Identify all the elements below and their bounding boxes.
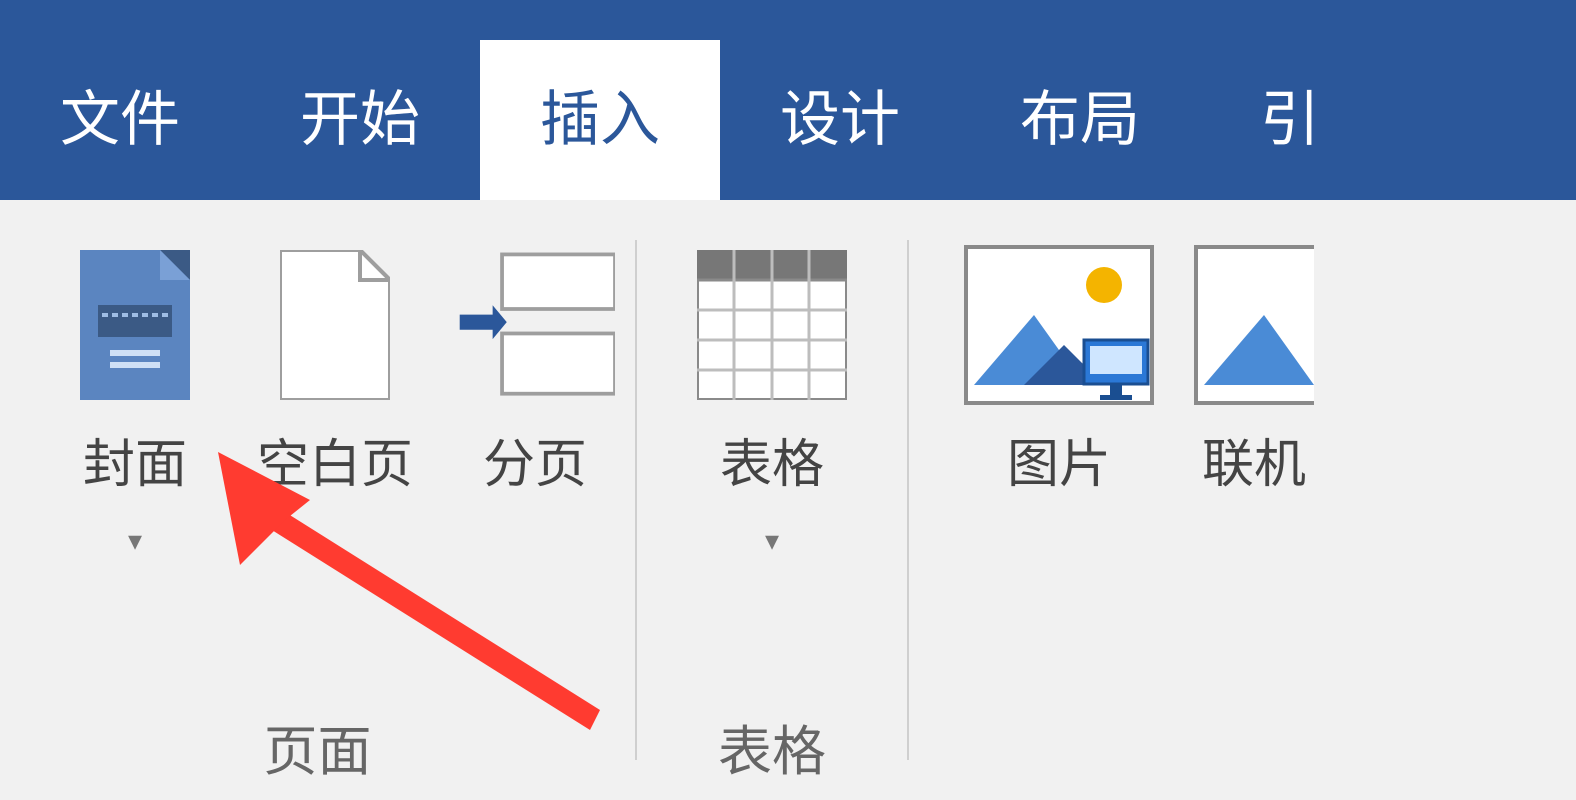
group-pages-caption: 页面: [0, 707, 635, 786]
tab-insert[interactable]: 插入: [480, 40, 720, 200]
cover-page-icon: [55, 240, 215, 410]
group-pages: 封面 ▾ 空白页: [0, 200, 635, 800]
page-break-button[interactable]: 分页: [455, 240, 615, 497]
blank-page-icon: [255, 240, 415, 410]
table-icon: [692, 240, 852, 410]
cover-page-button[interactable]: 封面 ▾: [55, 240, 215, 555]
pictures-button[interactable]: 图片: [964, 240, 1154, 497]
tab-design[interactable]: 设计: [720, 40, 960, 200]
cover-page-dropdown-caret-icon: ▾: [128, 527, 142, 555]
tab-layout[interactable]: 布局: [960, 40, 1200, 200]
table-button[interactable]: 表格 ▾: [692, 240, 852, 555]
table-label: 表格: [720, 422, 824, 497]
page-break-label: 分页: [483, 422, 587, 497]
group-tables-caption: 表格: [637, 707, 907, 786]
page-break-icon: [455, 240, 615, 410]
table-dropdown-caret-icon: ▾: [765, 527, 779, 555]
ribbon-tab-bar: 文件 开始 插入 设计 布局 引: [0, 0, 1576, 200]
tab-references[interactable]: 引: [1200, 40, 1380, 200]
online-pictures-label: 联机: [1202, 422, 1306, 497]
cover-page-label: 封面: [83, 422, 187, 497]
group-tables: 表格 ▾ 表格: [637, 200, 907, 800]
online-pictures-button[interactable]: 联机: [1194, 240, 1314, 497]
blank-page-label: 空白页: [257, 422, 413, 497]
pictures-label: 图片: [1007, 422, 1111, 497]
online-pictures-icon: [1194, 240, 1314, 410]
group-illustrations: 图片 联机: [909, 200, 1334, 800]
tab-file[interactable]: 文件: [0, 40, 240, 200]
ribbon-panel: 封面 ▾ 空白页: [0, 200, 1576, 800]
tab-home[interactable]: 开始: [240, 40, 480, 200]
pictures-icon: [964, 240, 1154, 410]
blank-page-button[interactable]: 空白页: [255, 240, 415, 497]
